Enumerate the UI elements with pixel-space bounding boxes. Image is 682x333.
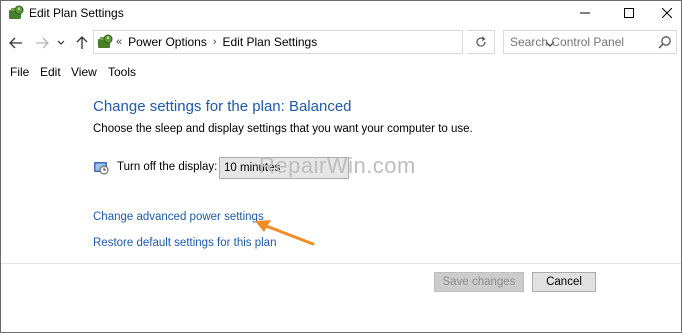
breadcrumb-separator[interactable]: › bbox=[213, 36, 217, 48]
address-bar[interactable]: « Power Options › Edit Plan Settings bbox=[93, 30, 555, 54]
edit-plan-settings-window: Edit Plan Settings « Power Options › Edi… bbox=[0, 0, 682, 333]
window-title: Edit Plan Settings bbox=[29, 6, 124, 20]
navigation-bar: « Power Options › Edit Plan Settings bbox=[1, 29, 681, 57]
main-content: Change settings for the plan: Balanced C… bbox=[1, 81, 681, 261]
back-button[interactable] bbox=[7, 33, 25, 53]
display-timeout-label: Turn off the display: bbox=[117, 161, 218, 173]
menu-bar: File Edit View Tools bbox=[1, 61, 681, 81]
page-description: Choose the sleep and display settings th… bbox=[93, 123, 473, 135]
refresh-button[interactable] bbox=[467, 30, 495, 54]
close-button[interactable] bbox=[651, 1, 682, 25]
forward-arrow-icon bbox=[36, 37, 49, 49]
save-changes-button[interactable]: Save changes bbox=[434, 272, 524, 292]
search-box[interactable] bbox=[503, 30, 677, 54]
maximize-button[interactable] bbox=[613, 1, 645, 25]
search-icon[interactable] bbox=[658, 35, 672, 49]
breadcrumb-power-options[interactable]: Power Options bbox=[128, 35, 207, 49]
display-timer-icon bbox=[94, 162, 109, 175]
maximize-icon bbox=[624, 8, 634, 18]
menu-file[interactable]: File bbox=[10, 65, 29, 79]
restore-defaults-link[interactable]: Restore default settings for this plan bbox=[93, 237, 276, 249]
cancel-button[interactable]: Cancel bbox=[532, 272, 596, 292]
minimize-button[interactable] bbox=[569, 1, 601, 25]
breadcrumb-overflow[interactable]: « bbox=[116, 36, 122, 48]
minimize-icon bbox=[580, 12, 590, 14]
search-input[interactable] bbox=[510, 34, 650, 50]
power-plan-icon bbox=[98, 34, 113, 48]
forward-button[interactable] bbox=[33, 33, 51, 53]
recent-locations-button[interactable] bbox=[55, 33, 67, 53]
title-bar: Edit Plan Settings bbox=[1, 1, 681, 25]
menu-edit[interactable]: Edit bbox=[40, 65, 61, 79]
refresh-icon bbox=[475, 36, 486, 47]
up-button[interactable] bbox=[73, 33, 91, 53]
breadcrumb-edit-plan-settings[interactable]: Edit Plan Settings bbox=[223, 35, 318, 49]
advanced-power-settings-link[interactable]: Change advanced power settings bbox=[93, 211, 264, 223]
back-arrow-icon bbox=[9, 37, 22, 49]
chevron-down-icon bbox=[57, 40, 65, 45]
power-plan-icon bbox=[9, 5, 24, 19]
breadcrumb: « Power Options › Edit Plan Settings bbox=[116, 35, 317, 49]
watermark: RepairWin.com bbox=[259, 153, 416, 178]
up-arrow-icon bbox=[76, 36, 88, 49]
page-title: Change settings for the plan: Balanced bbox=[93, 98, 352, 115]
close-icon bbox=[662, 8, 672, 18]
menu-view[interactable]: View bbox=[71, 65, 97, 79]
menu-tools[interactable]: Tools bbox=[108, 65, 136, 79]
footer-divider bbox=[1, 263, 681, 264]
